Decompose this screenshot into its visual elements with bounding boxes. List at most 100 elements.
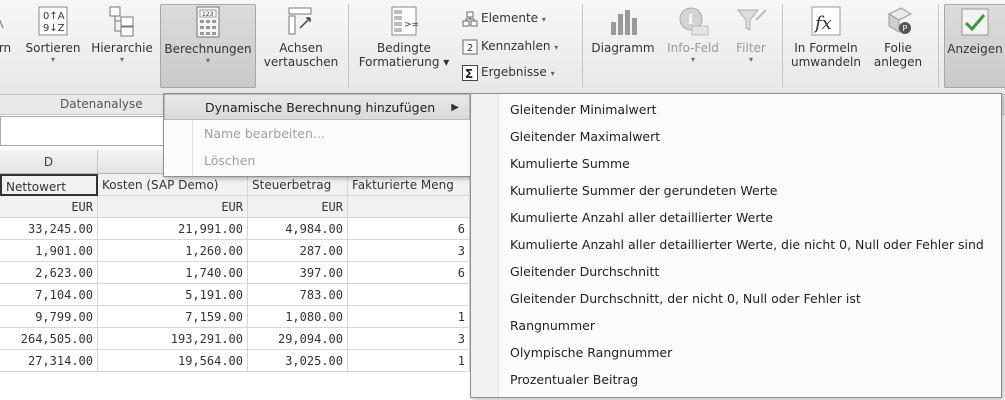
elements-button[interactable]: Elemente ▾: [462, 8, 546, 28]
chart-button[interactable]: Diagramm: [590, 4, 656, 88]
chevron-down-icon: ▾: [690, 55, 695, 64]
submenu-item[interactable]: Rangnummer: [499, 312, 1001, 339]
table-cell[interactable]: 1,901.00: [0, 240, 98, 262]
table-cell[interactable]: 287.00: [248, 240, 348, 262]
table-cell[interactable]: 193,291.00: [98, 328, 248, 350]
unit-cell[interactable]: EUR: [0, 196, 98, 218]
sort-icon: 0↑A 9↓Z: [38, 6, 68, 36]
svg-text:123: 123: [202, 11, 214, 18]
column-header-d[interactable]: D: [0, 150, 98, 174]
header-cell-kosten[interactable]: Kosten (SAP Demo): [98, 174, 248, 196]
ribbon-button-cutoff[interactable]: rn: [0, 4, 16, 88]
submenu-item[interactable]: Olympische Rangnummer: [499, 339, 1001, 366]
menu-item-label: Name bearbeiten...: [204, 126, 325, 141]
svg-text:>=: >=: [404, 20, 419, 30]
table-cell[interactable]: 27,314.00: [0, 350, 98, 372]
table-cell[interactable]: 33,245.00: [0, 218, 98, 240]
chart-icon: [611, 10, 637, 35]
results-label: Ergebnisse: [481, 65, 547, 79]
info-icon: i: [679, 7, 709, 36]
sort-button[interactable]: 0↑A 9↓Z Sortieren ▾: [20, 4, 86, 88]
header-cell-fakturierte-menge[interactable]: Fakturierte Meng: [348, 174, 470, 196]
dynamic-calculation-submenu: Gleitender Minimalwert Gleitender Maxima…: [470, 93, 1002, 398]
table-cell[interactable]: 21,991.00: [98, 218, 248, 240]
swap-axes-icon: [288, 7, 312, 35]
table-cell[interactable]: 3: [348, 240, 470, 262]
unit-cell[interactable]: EUR: [98, 196, 248, 218]
create-slide-button[interactable]: P Folie anlegen: [866, 4, 930, 88]
submenu-item[interactable]: Prozentualer Beitrag: [499, 366, 1001, 393]
results-button[interactable]: Σ Ergebnisse ▾: [462, 62, 555, 82]
display-button[interactable]: Anzeigen: [944, 4, 1005, 88]
ribbon-label: rn: [0, 41, 12, 55]
table-cell[interactable]: 4,984.00: [248, 218, 348, 240]
swap-axes-button[interactable]: Achsen vertauschen: [258, 4, 344, 88]
chevron-down-icon: ▾: [50, 55, 55, 64]
table-cell[interactable]: 1: [348, 306, 470, 328]
chevron-down-icon: ▾: [554, 43, 559, 52]
menu-item-add-dynamic-calculation[interactable]: Dynamische Berechnung hinzufügen ▶: [164, 94, 470, 120]
table-cell[interactable]: 1: [348, 350, 470, 372]
table-cell[interactable]: 7,104.00: [0, 284, 98, 306]
measures-button[interactable]: 2 Kennzahlen ▾: [462, 36, 558, 56]
table-cell[interactable]: 264,505.00: [0, 328, 98, 350]
table-cell[interactable]: 7,159.00: [98, 306, 248, 328]
header-cell-nettowert[interactable]: Nettowert: [0, 174, 98, 196]
menu-item-delete[interactable]: Löschen: [164, 148, 470, 174]
table-cell[interactable]: 1,080.00: [248, 306, 348, 328]
hierarchy-label: Hierarchie: [91, 41, 153, 55]
filter-icon: [736, 9, 767, 31]
header-cell-steuerbetrag[interactable]: Steuerbetrag: [248, 174, 348, 196]
table-cell[interactable]: 3,025.00: [248, 350, 348, 372]
convert-to-formulas-button[interactable]: fx In Formeln umwandeln: [788, 4, 864, 88]
hierarchy-button[interactable]: Hierarchie ▾: [88, 4, 156, 88]
submenu-item[interactable]: Gleitender Maximalwert: [499, 123, 1001, 150]
submenu-item[interactable]: Kumulierte Anzahl aller detaillierter We…: [499, 204, 1001, 231]
table-cell[interactable]: 9,799.00: [0, 306, 98, 328]
table-cell[interactable]: 19,564.00: [98, 350, 248, 372]
name-box[interactable]: [0, 116, 170, 146]
submenu-item[interactable]: Kumulierte Anzahl aller detaillierter We…: [499, 231, 1001, 258]
table-cell[interactable]: 3: [348, 328, 470, 350]
unit-cell[interactable]: [348, 196, 470, 218]
menu-gutter: [471, 94, 499, 397]
svg-text:fx: fx: [813, 13, 832, 34]
unit-cell[interactable]: EUR: [248, 196, 348, 218]
filter-button[interactable]: Filter ▾: [730, 4, 772, 88]
table-cell[interactable]: 1,740.00: [98, 262, 248, 284]
table-cell[interactable]: 397.00: [248, 262, 348, 284]
ribbon-separator: [582, 4, 583, 88]
chevron-down-icon: ▾: [748, 55, 753, 64]
chevron-down-icon: ▾: [550, 69, 555, 78]
ribbon-separator: [348, 4, 349, 88]
calculations-button[interactable]: 123 Berechnungen ▾: [160, 4, 256, 88]
submenu-item[interactable]: Gleitender Minimalwert: [499, 96, 1001, 123]
chevron-down-icon: ▾: [205, 56, 210, 65]
table-cell[interactable]: 5,191.00: [98, 284, 248, 306]
hierarchy-icon: [109, 6, 134, 37]
submenu-item[interactable]: Gleitender Durchschnitt: [499, 258, 1001, 285]
table-cell[interactable]: [348, 284, 470, 306]
chart-label: Diagramm: [591, 41, 655, 55]
create-slide-label-1: Folie: [884, 41, 912, 55]
table-cell[interactable]: 783.00: [248, 284, 348, 306]
table-cell[interactable]: 29,094.00: [248, 328, 348, 350]
measures-label: Kennzahlen: [481, 39, 551, 53]
menu-item-label: Dynamische Berechnung hinzufügen: [205, 100, 436, 115]
submenu-item[interactable]: Gleitender Durchschnitt, der nicht 0, Nu…: [499, 285, 1001, 312]
menu-item-edit-name[interactable]: Name bearbeiten...: [164, 121, 470, 147]
info-field-label: Info-Feld: [667, 41, 719, 55]
elements-label: Elemente: [481, 11, 539, 25]
table-cell[interactable]: 6: [348, 262, 470, 284]
filter-label: Filter: [736, 41, 766, 55]
chevron-down-icon: ▾: [541, 15, 546, 24]
submenu-item[interactable]: Kumulierte Summe: [499, 150, 1001, 177]
formula-icon: fx: [811, 6, 841, 36]
info-field-button[interactable]: i Info-Feld ▾: [660, 4, 726, 88]
conditional-format-button[interactable]: >= Bedingte Formatierung ▾: [354, 4, 454, 88]
table-cell[interactable]: 1,260.00: [98, 240, 248, 262]
table-cell[interactable]: 6: [348, 218, 470, 240]
submenu-item[interactable]: Kumulierte Summer der gerundeten Werte: [499, 177, 1001, 204]
table-cell[interactable]: 2,623.00: [0, 262, 98, 284]
menu-item-label: Löschen: [204, 153, 256, 168]
